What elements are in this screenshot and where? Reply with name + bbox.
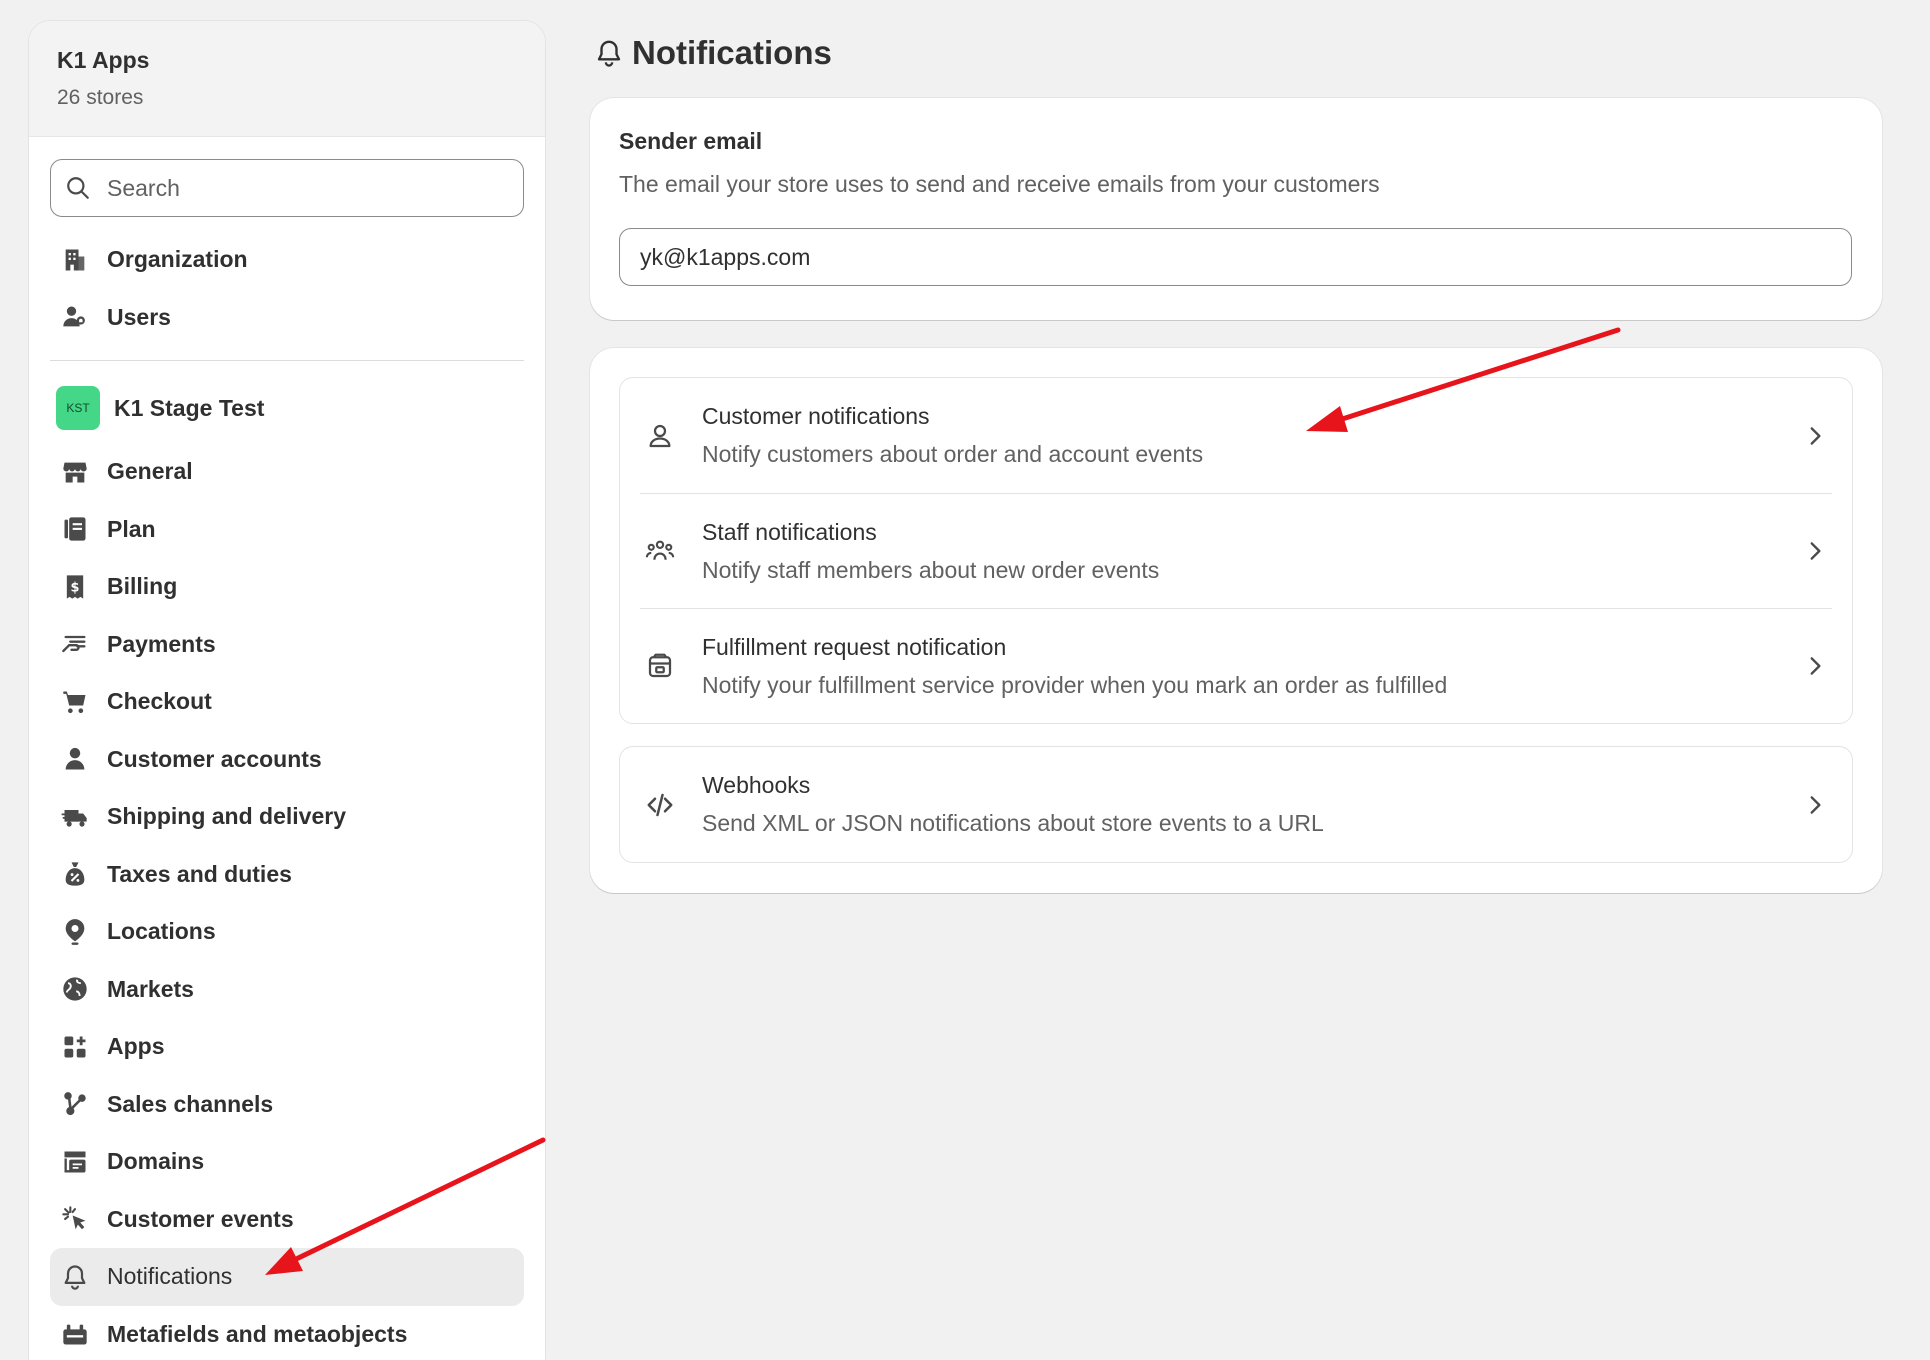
- sidebar-item-shipping[interactable]: Shipping and delivery: [50, 788, 524, 846]
- sales-channels-icon: [60, 1089, 90, 1119]
- search-input[interactable]: [107, 174, 507, 202]
- payments-icon: [60, 629, 90, 659]
- building-icon: [60, 245, 90, 275]
- sidebar-item-apps[interactable]: Apps: [50, 1018, 524, 1076]
- sidebar-item-customer-accounts[interactable]: Customer accounts: [50, 731, 524, 789]
- apps-icon: [60, 1032, 90, 1062]
- row-title: Fulfillment request notification: [702, 633, 1007, 660]
- cursor-click-icon: [60, 1204, 90, 1234]
- sidebar-item-label: Shipping and delivery: [107, 803, 346, 830]
- sidebar-item-payments[interactable]: Payments: [50, 616, 524, 674]
- sidebar-item-label: General: [107, 458, 193, 485]
- sidebar-item-label: Plan: [107, 515, 156, 542]
- bell-icon: [597, 40, 621, 67]
- chevron-right-icon: [1810, 542, 1821, 560]
- sidebar-item-label: Organization: [107, 246, 248, 273]
- store-avatar: KST: [56, 386, 100, 430]
- billing-icon: $: [60, 572, 90, 602]
- person-outline-icon: [644, 420, 676, 452]
- sidebar-item-general[interactable]: General: [50, 443, 524, 501]
- globe-icon: [60, 974, 90, 1004]
- sidebar-nav: Organization Users KST K1 Stage Test Gen…: [29, 231, 545, 1360]
- sidebar-item-customer-events[interactable]: Customer events: [50, 1191, 524, 1249]
- sidebar-item-domains[interactable]: Domains: [50, 1133, 524, 1191]
- chevron-right-icon: [1810, 426, 1821, 445]
- sidebar-item-plan[interactable]: Plan: [50, 501, 524, 559]
- plan-icon: [60, 514, 90, 544]
- sidebar-item-notifications[interactable]: Notifications: [50, 1248, 524, 1306]
- sidebar-item-label: Payments: [107, 630, 216, 657]
- webhooks-row[interactable]: Webhooks Send XML or JSON notifications …: [640, 747, 1832, 862]
- row-title: Webhooks: [702, 772, 811, 798]
- sidebar-item-metafields[interactable]: Metafields and metaobjects: [50, 1306, 524, 1360]
- sidebar-item-taxes[interactable]: Taxes and duties: [50, 846, 524, 904]
- chevron-right-icon: [1810, 657, 1821, 675]
- bell-icon: [60, 1262, 90, 1292]
- sidebar-item-locations[interactable]: Locations: [50, 903, 524, 961]
- sidebar-item-users[interactable]: Users: [50, 289, 524, 347]
- sidebar-item-sales-channels[interactable]: Sales channels: [50, 1076, 524, 1134]
- sender-email-description: The email your store uses to send and re…: [619, 171, 1380, 197]
- sidebar-item-label: Users: [107, 303, 171, 330]
- organization-name: K1 Apps: [57, 47, 150, 73]
- tax-icon: [60, 859, 90, 889]
- sender-email-field[interactable]: yk@k1apps.com: [619, 228, 1852, 286]
- row-description: Notify customers about order and account…: [702, 441, 1204, 467]
- svg-text:$: $: [71, 580, 80, 595]
- sidebar-divider: [50, 360, 524, 361]
- store-icon: [60, 457, 90, 487]
- notifications-list-card: Customer notifications Notify customers …: [590, 348, 1882, 893]
- sidebar-item-organization[interactable]: Organization: [50, 231, 524, 289]
- row-description: Notify your fulfillment service provider…: [702, 671, 1448, 698]
- sidebar-item-checkout[interactable]: Checkout: [50, 673, 524, 731]
- sidebar-item-label: Locations: [107, 918, 216, 945]
- row-title: Staff notifications: [702, 518, 877, 545]
- settings-sidebar: K1 Apps 26 stores Organization Users KST…: [28, 20, 546, 1360]
- customer-notifications-row[interactable]: Customer notifications Notify customers …: [640, 378, 1832, 493]
- sender-email-title: Sender email: [619, 128, 763, 154]
- sender-email-card: Sender email The email your store uses t…: [590, 98, 1882, 320]
- row-description: Notify staff members about new order eve…: [702, 556, 1160, 583]
- domains-icon: [60, 1147, 90, 1177]
- sidebar-item-label: Customer events: [107, 1205, 294, 1232]
- store-name: K1 Stage Test: [114, 394, 265, 421]
- cart-icon: [60, 687, 90, 717]
- search-box[interactable]: [50, 159, 524, 217]
- webhooks-group: Webhooks Send XML or JSON notifications …: [619, 746, 1853, 863]
- code-icon: [644, 789, 676, 821]
- sidebar-item-billing[interactable]: $ Billing: [50, 558, 524, 616]
- sidebar-item-label: Sales channels: [107, 1090, 274, 1117]
- truck-icon: [60, 802, 90, 832]
- sidebar-item-label: Apps: [107, 1033, 165, 1060]
- sidebar-item-label: Customer accounts: [107, 745, 322, 772]
- store-count: 26 stores: [57, 86, 144, 109]
- chevron-right-icon: [1810, 795, 1821, 814]
- page-title-text: Notifications: [632, 34, 832, 71]
- sidebar-item-label: Domains: [107, 1148, 205, 1175]
- sidebar-item-label: Metafields and metaobjects: [107, 1320, 408, 1347]
- users-icon: [60, 302, 90, 332]
- store-selector[interactable]: KST K1 Stage Test: [50, 373, 524, 443]
- organization-header[interactable]: K1 Apps 26 stores: [29, 21, 545, 137]
- sidebar-item-label: Checkout: [107, 688, 212, 715]
- person-icon: [60, 744, 90, 774]
- staff-group-icon: [644, 535, 676, 567]
- location-pin-icon: [60, 917, 90, 947]
- sidebar-item-label: Taxes and duties: [107, 860, 292, 887]
- row-description: Send XML or JSON notifications about sto…: [702, 810, 1324, 836]
- notification-group: Customer notifications Notify customers …: [619, 377, 1853, 724]
- metafields-icon: [60, 1319, 90, 1349]
- search-icon: [67, 177, 89, 199]
- sidebar-item-label: Notifications: [107, 1263, 233, 1290]
- fulfillment-box-icon: [644, 650, 676, 682]
- sidebar-item-markets[interactable]: Markets: [50, 961, 524, 1019]
- sidebar-item-label: Markets: [107, 975, 194, 1002]
- row-title: Customer notifications: [702, 403, 930, 429]
- sidebar-item-label: Billing: [107, 573, 178, 600]
- page-title: Notifications: [594, 34, 832, 72]
- staff-notifications-row[interactable]: Staff notifications Notify staff members…: [640, 493, 1832, 608]
- fulfillment-request-row[interactable]: Fulfillment request notification Notify …: [640, 608, 1832, 723]
